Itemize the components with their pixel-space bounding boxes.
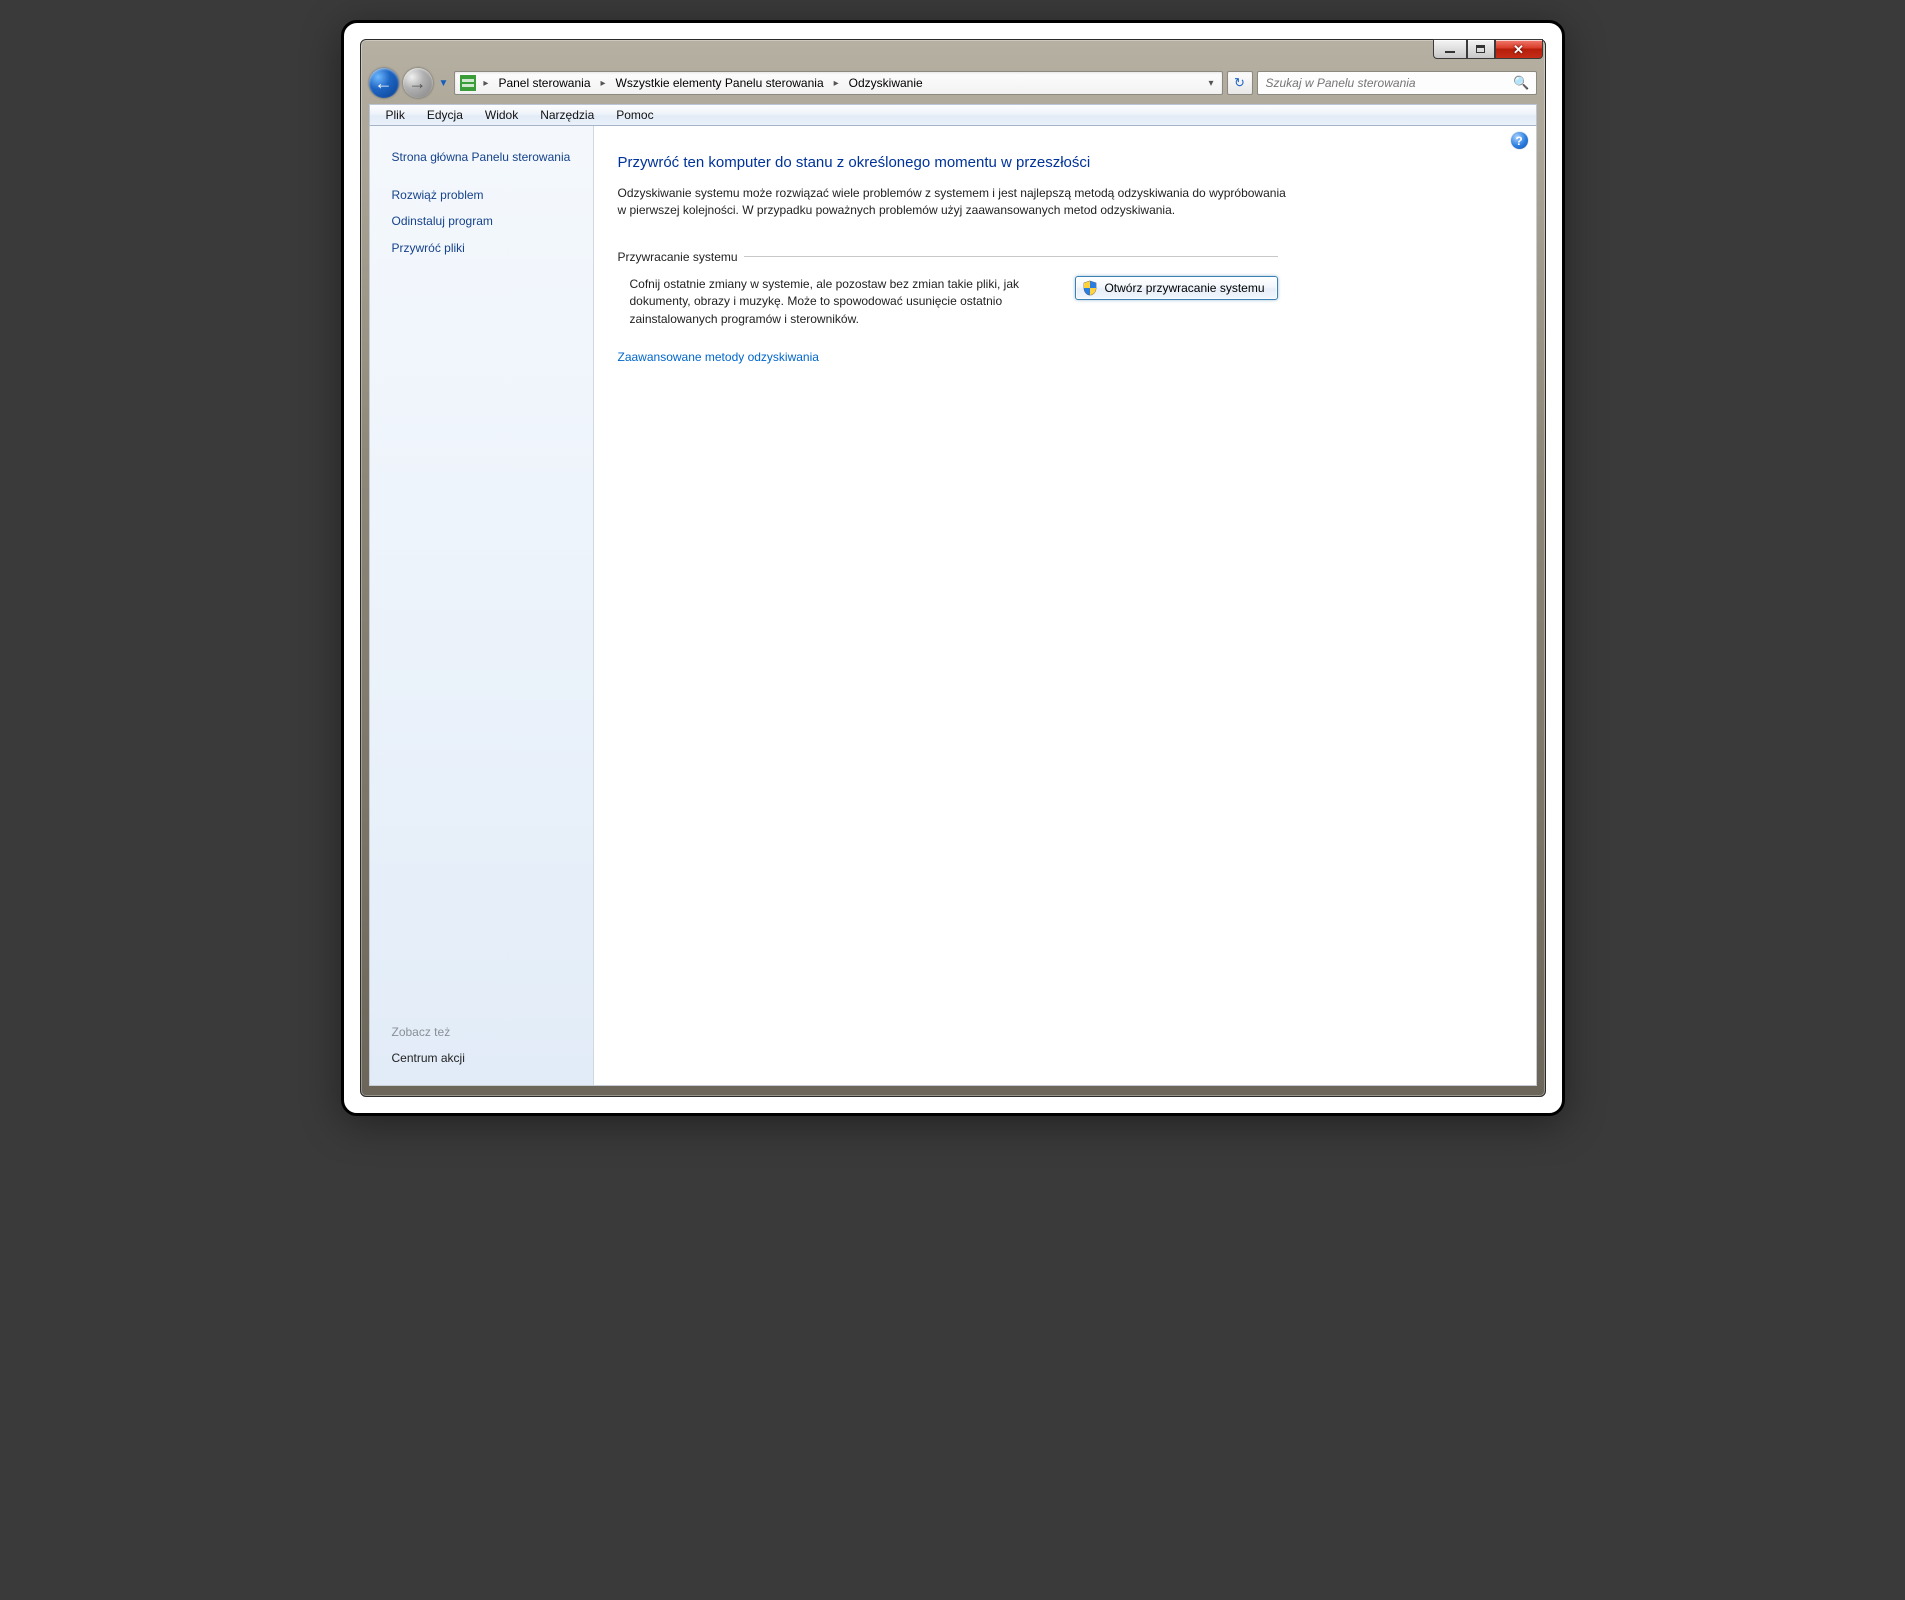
open-system-restore-button[interactable]: Otwórz przywracanie systemu [1075, 276, 1277, 300]
group-legend: Przywracanie systemu [618, 250, 744, 264]
navigation-row: ← → ▼ ▸ Panel sterowania ▸ Wszystkie ele… [369, 68, 1537, 98]
back-button[interactable]: ← [369, 68, 399, 98]
window-controls: ✕ [1433, 39, 1543, 59]
breadcrumb-control-panel[interactable]: Panel sterowania [492, 73, 596, 93]
forward-button[interactable]: → [403, 68, 433, 98]
close-icon: ✕ [1513, 43, 1524, 56]
page-title: Przywróć ten komputer do stanu z określo… [618, 154, 1512, 171]
arrow-left-icon: ← [375, 73, 393, 94]
sidebar-link-action-center[interactable]: Centrum akcji [392, 1045, 579, 1071]
minimize-button[interactable] [1433, 39, 1467, 59]
search-input[interactable] [1264, 75, 1514, 91]
chevron-right-icon: ▸ [832, 78, 841, 89]
arrow-right-icon: → [409, 73, 427, 94]
explorer-window: ✕ ← → ▼ ▸ Panel sterowania ▸ Wszystkie e… [360, 39, 1546, 1097]
group-row: Cofnij ostatnie zmiany w systemie, ale p… [618, 264, 1278, 328]
page-description: Odzyskiwanie systemu może rozwiązać wiel… [618, 185, 1298, 220]
menu-help[interactable]: Pomoc [606, 106, 663, 124]
sidebar-link-home[interactable]: Strona główna Panelu sterowania [392, 144, 579, 170]
maximize-button[interactable] [1467, 39, 1495, 59]
search-icon: 🔍 [1513, 75, 1529, 91]
breadcrumb-recovery[interactable]: Odzyskiwanie [843, 73, 929, 93]
recent-pages-dropdown[interactable]: ▼ [437, 78, 451, 89]
address-dropdown[interactable]: ▾ [1202, 78, 1219, 89]
menu-tools[interactable]: Narzędzia [530, 106, 604, 124]
content-pane: ? Przywróć ten komputer do stanu z okreś… [594, 126, 1536, 1085]
titlebar: ✕ [361, 40, 1545, 68]
sidebar-link-uninstall[interactable]: Odinstaluj program [392, 208, 579, 234]
window-body: Strona główna Panelu sterowania Rozwiąż … [369, 126, 1537, 1086]
advanced-recovery-link[interactable]: Zaawansowane metody odzyskiwania [618, 350, 819, 364]
refresh-icon: ↻ [1234, 75, 1245, 91]
chevron-right-icon: ▸ [599, 78, 608, 89]
menu-view[interactable]: Widok [475, 106, 528, 124]
group-description: Cofnij ostatnie zmiany w systemie, ale p… [630, 276, 1046, 328]
minimize-icon [1445, 51, 1455, 53]
breadcrumb-all-items[interactable]: Wszystkie elementy Panelu sterowania [610, 73, 830, 93]
refresh-button[interactable]: ↻ [1227, 71, 1253, 95]
address-bar[interactable]: ▸ Panel sterowania ▸ Wszystkie elementy … [454, 71, 1222, 95]
maximize-icon [1476, 45, 1485, 53]
help-icon[interactable]: ? [1511, 132, 1528, 149]
screenshot-frame: ✕ ← → ▼ ▸ Panel sterowania ▸ Wszystkie e… [341, 20, 1565, 1116]
chevron-right-icon: ▸ [481, 78, 490, 89]
sidebar-link-troubleshoot[interactable]: Rozwiąż problem [392, 182, 579, 208]
see-also-label: Zobacz też [392, 1025, 579, 1045]
close-button[interactable]: ✕ [1495, 39, 1543, 59]
control-panel-icon [460, 75, 476, 91]
system-restore-group: Przywracanie systemu Cofnij ostatnie zmi… [618, 250, 1278, 328]
search-box[interactable]: 🔍 [1257, 71, 1537, 95]
menu-bar: Plik Edycja Widok Narzędzia Pomoc [369, 104, 1537, 126]
menu-file[interactable]: Plik [376, 106, 415, 124]
open-system-restore-label: Otwórz przywracanie systemu [1104, 281, 1264, 295]
sidebar-spacer [392, 261, 579, 1025]
menu-edit[interactable]: Edycja [417, 106, 473, 124]
sidebar-link-restore-files[interactable]: Przywróć pliki [392, 235, 579, 261]
sidebar: Strona główna Panelu sterowania Rozwiąż … [370, 126, 594, 1085]
uac-shield-icon [1082, 280, 1098, 296]
